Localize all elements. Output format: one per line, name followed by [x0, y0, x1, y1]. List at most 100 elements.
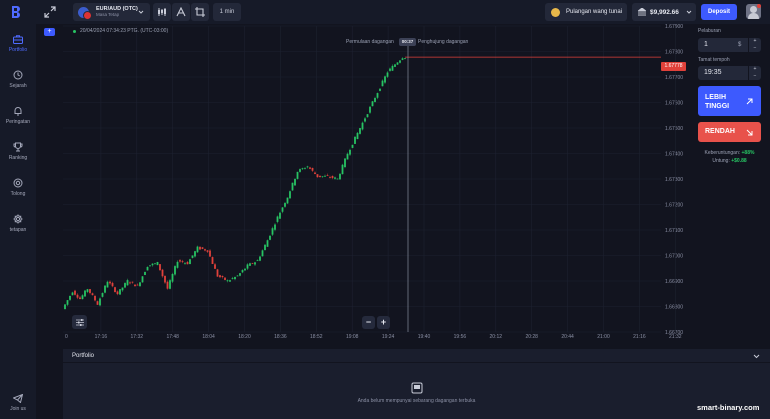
profit-label: Keberuntungan: [704, 150, 741, 156]
datetime-text: 20/04/2024 07:34:23 PTG. (UTC-03:00) [80, 28, 169, 34]
expand-icon[interactable] [44, 6, 56, 18]
notification-dot [757, 4, 761, 8]
candle-body [174, 266, 176, 275]
sidebar-item-portfolio[interactable]: Portfolio [0, 35, 36, 53]
gain-label: Untung: [712, 158, 730, 164]
x-tick-label: 17:32 [131, 334, 144, 340]
expiry-time-field[interactable]: 19:35 + − [698, 66, 761, 80]
sidebar-item-alerts[interactable]: Peringatan [0, 106, 36, 125]
trade-timer: 00:37 [399, 38, 416, 46]
candle-body [256, 260, 259, 262]
candle-body [291, 182, 294, 191]
amount-stepper[interactable]: + − [748, 38, 761, 52]
asset-type: Masa Tetap [96, 12, 120, 17]
candle-body [119, 289, 121, 295]
sidebar-item-help[interactable]: Tolong [0, 178, 36, 197]
logo-icon[interactable] [11, 6, 21, 18]
zoom-in-button[interactable]: + [377, 316, 390, 329]
bell-icon [14, 107, 22, 116]
x-tick-label: 17:16 [95, 334, 108, 340]
chart-area[interactable]: 1.67900 1.67800 1.67700 1.67600 1.67500 1.674… [63, 24, 692, 345]
chevron-down-icon[interactable] [753, 353, 760, 359]
candle-body [294, 178, 296, 186]
candle-body [149, 265, 151, 267]
candle-body [341, 164, 344, 175]
add-chart-button[interactable]: + [44, 28, 55, 36]
candle-body [286, 197, 289, 204]
candle-body [224, 277, 226, 280]
arrow-up-right-icon [746, 98, 753, 105]
higher-label: LEBIH TINGGI [705, 94, 730, 110]
settings-icon [13, 214, 23, 224]
candle-body [401, 58, 404, 60]
portfolio-header[interactable]: Portfolio [63, 349, 770, 363]
candle-body [344, 158, 346, 168]
candle-body [239, 273, 241, 276]
chart-type-button[interactable] [153, 3, 171, 21]
candle-body [96, 301, 99, 305]
sidebar-item-history[interactable]: Sejarah [0, 70, 36, 89]
indicator-settings-button[interactable] [72, 315, 87, 329]
deposit-button[interactable]: Deposit [701, 4, 737, 20]
chevron-down-icon [138, 10, 144, 14]
candle-body [321, 176, 324, 178]
sidebar-item-join[interactable]: Join us [0, 394, 36, 412]
y-tick-label: 1.67200 [665, 203, 683, 209]
indicators-button[interactable] [172, 3, 190, 21]
candles-icon [158, 8, 166, 16]
candle-body [76, 294, 79, 298]
x-tick-label: 21:00 [597, 334, 610, 340]
candle-body [134, 284, 136, 287]
candle-body [279, 212, 281, 219]
candle-body [129, 282, 131, 284]
y-tick-label: 1.67300 [665, 177, 683, 183]
cashback-button[interactable]: Pulangan wang tunai [545, 3, 627, 21]
candle-body [334, 177, 336, 179]
top-bar: EUR/AUD (OTC) Masa Tetap 1 min Pulangan … [0, 0, 770, 24]
time-stepper[interactable]: + − [748, 66, 761, 80]
candle-body [71, 292, 74, 296]
candle-body [361, 122, 364, 130]
candle-body [141, 276, 144, 283]
candle-body [189, 259, 191, 265]
asset-selector[interactable]: EUR/AUD (OTC) Masa Tetap [73, 3, 150, 21]
candle-body [299, 169, 301, 172]
candle-body [151, 263, 154, 266]
watermark: smart-binary.com [697, 403, 760, 412]
balance-selector[interactable]: $9,992.66 [632, 3, 696, 21]
candle-body [136, 284, 139, 286]
candle-body [339, 173, 341, 180]
zoom-out-button[interactable]: − [362, 316, 375, 329]
payout-info: Keberuntungan: +88% Untung: +$0.88 [698, 149, 761, 165]
timeframe-button[interactable]: 1 min [213, 3, 241, 21]
candle-body [194, 251, 196, 257]
lower-label: RENDAH [705, 128, 735, 135]
amount-label: Pelaburan [698, 28, 721, 34]
x-tick-label: 18:20 [238, 334, 251, 340]
candle-body [101, 293, 104, 297]
higher-button[interactable]: LEBIH TINGGI [698, 86, 761, 116]
candle-body [251, 263, 254, 265]
lower-button[interactable]: RENDAH [698, 122, 761, 142]
price-chart[interactable]: 1.67900 1.67800 1.67700 1.67600 1.67500 1.674… [63, 24, 692, 345]
sidebar-item-label: Sejarah [9, 83, 27, 89]
chevron-down-icon [686, 10, 692, 14]
candle-body [394, 64, 396, 67]
candle-body [121, 287, 124, 291]
candle-body [179, 260, 181, 262]
cashback-label: Pulangan wang tunai [566, 9, 623, 15]
x-tick-label: 21:16 [633, 334, 646, 340]
sidebar-item-label: Join us [10, 406, 26, 412]
candle-body [269, 235, 271, 240]
candle-body [289, 191, 291, 199]
candle-body [356, 132, 359, 140]
amount-field[interactable]: 1 $ + − [698, 38, 761, 52]
drawings-button[interactable] [191, 3, 209, 21]
candle-body [276, 216, 279, 222]
sidebar-item-ranking[interactable]: Ranking [0, 142, 36, 161]
sidebar-item-settings[interactable]: tetapan [0, 214, 36, 233]
candle-body [164, 275, 166, 283]
candle-body [254, 262, 256, 265]
candle-body [374, 98, 376, 102]
candle-body [126, 280, 129, 286]
